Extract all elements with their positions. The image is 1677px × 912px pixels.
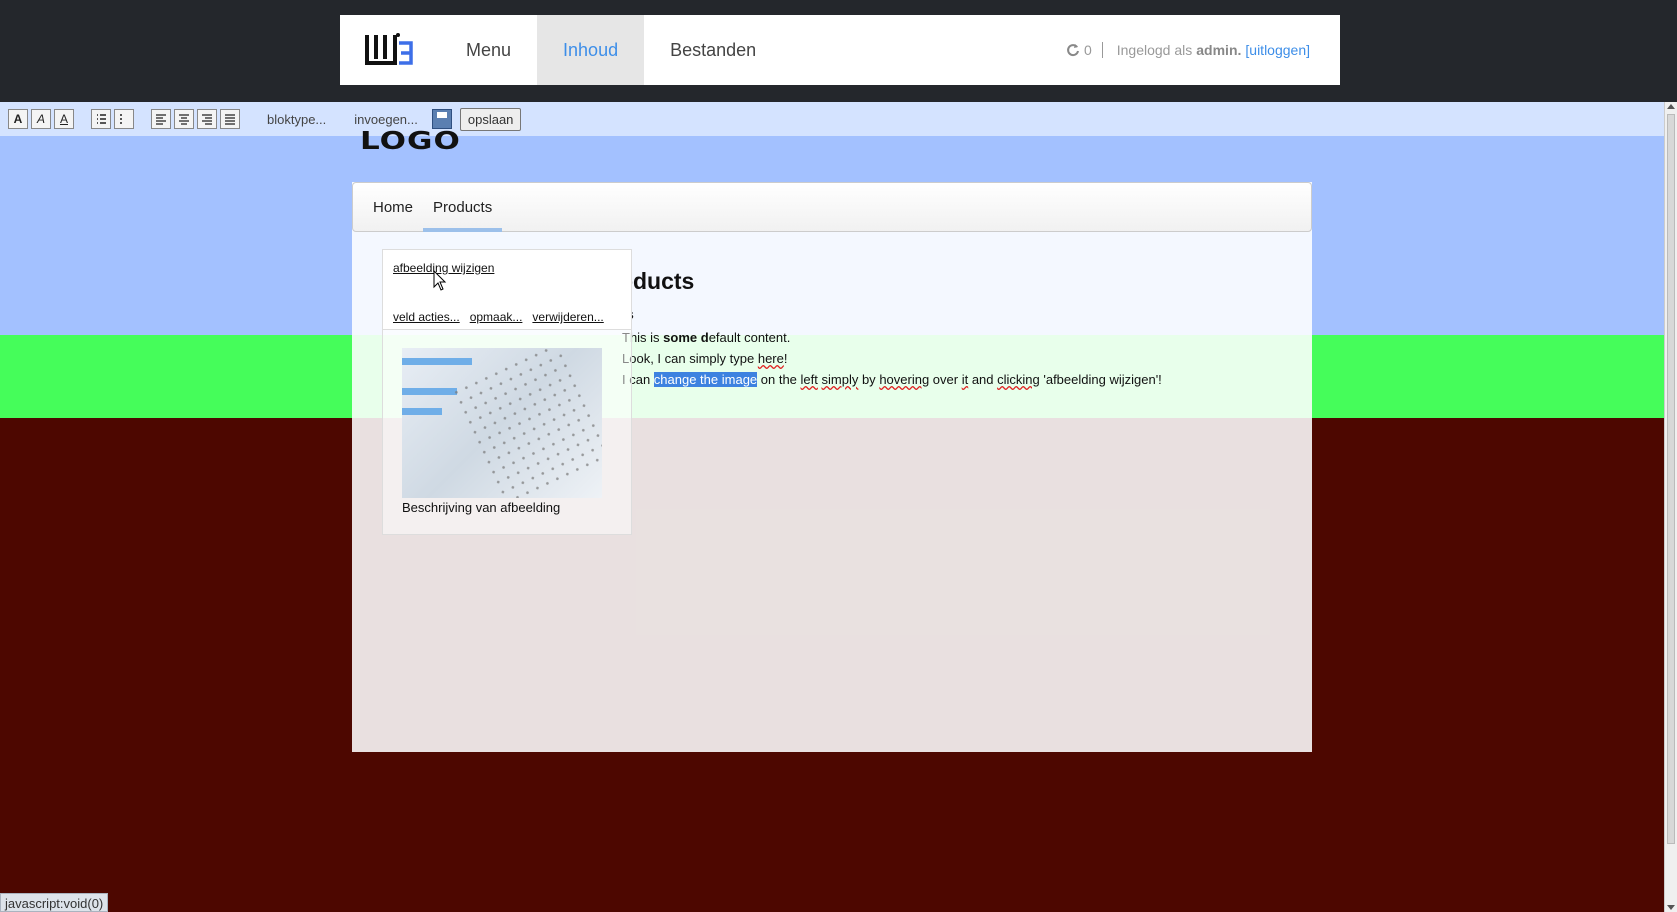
scroll-down-icon[interactable] — [1667, 905, 1675, 910]
misspelled-word: clicking — [997, 372, 1040, 387]
align-right-icon — [202, 114, 212, 125]
w3-logo[interactable] — [340, 15, 440, 85]
underline-button[interactable]: A — [54, 109, 74, 129]
site-logo: LOGO — [360, 126, 461, 156]
delete-link[interactable]: verwijderen... — [532, 310, 603, 324]
admin-bar: Menu Inhoud Bestanden 0 Ingelogd als adm… — [340, 15, 1340, 85]
username: admin. — [1196, 42, 1242, 58]
scroll-thumb[interactable] — [1667, 114, 1675, 844]
w3-logo-icon — [365, 33, 413, 65]
admin-nav-bestanden[interactable]: Bestanden — [644, 15, 782, 85]
image-field-popup: afbeelding wijzigen veld acties... opmaa… — [382, 249, 632, 330]
scroll-up-icon[interactable] — [1667, 104, 1675, 109]
align-left-button[interactable] — [151, 109, 171, 129]
admin-user-area: 0 Ingelogd als admin. [uitloggen] — [1066, 15, 1340, 85]
italic-button[interactable]: A — [31, 109, 51, 129]
misspelled-word: simply — [821, 372, 859, 387]
text-run: over — [929, 372, 962, 387]
admin-nav-menu[interactable]: Menu — [440, 15, 537, 85]
ordered-list-icon — [97, 114, 106, 124]
admin-nav-inhoud[interactable]: Inhoud — [537, 15, 645, 85]
admin-nav: Menu Inhoud Bestanden — [440, 15, 782, 85]
logout-bracket-close: ] — [1306, 42, 1310, 58]
bold-button[interactable]: A — [8, 109, 28, 129]
image-field-actions: veld acties... opmaak... verwijderen... — [393, 310, 604, 324]
site-nav: Home Products — [352, 182, 1312, 232]
paragraph-3[interactable]: I can change the image on the left simpl… — [622, 372, 1162, 387]
insert-dropdown[interactable]: invoegen... — [354, 112, 418, 127]
align-justify-icon — [225, 114, 235, 125]
text-run: and — [968, 372, 998, 387]
align-center-button[interactable] — [174, 109, 194, 129]
misspelled-word: here — [757, 351, 784, 366]
text-run: 'afbeelding wijzigen'! — [1039, 372, 1162, 387]
site-nav-products[interactable]: Products — [423, 182, 503, 232]
text-run: efault content. — [708, 330, 791, 345]
format-link[interactable]: opmaak... — [470, 310, 523, 324]
image-detail — [449, 348, 602, 498]
status-bar: javascript:void(0) — [0, 893, 109, 912]
misspelled-word: hovering — [879, 372, 930, 387]
mouse-cursor-icon — [433, 270, 447, 291]
blocktype-dropdown[interactable]: bloktype... — [267, 112, 326, 127]
divider — [1101, 42, 1103, 58]
save-button[interactable]: opslaan — [459, 107, 522, 131]
page-scrollbar[interactable] — [1664, 102, 1677, 912]
image-detail — [402, 358, 472, 365]
unordered-list-button[interactable] — [114, 109, 134, 129]
align-left-icon — [156, 114, 166, 125]
refresh-icon — [1067, 44, 1079, 57]
site-nav-home[interactable]: Home — [363, 182, 423, 232]
paragraph-2[interactable]: Look, I can simply type here! — [622, 351, 788, 366]
image-caption: Beschrijving van afbeelding — [402, 500, 561, 515]
align-justify-button[interactable] — [220, 109, 240, 129]
unordered-list-icon — [120, 114, 122, 124]
logged-in-label: Ingelogd als — [1116, 42, 1193, 58]
product-image[interactable] — [402, 348, 602, 498]
text-run-bold: some d — [663, 330, 709, 345]
logout-link[interactable]: uitloggen — [1249, 42, 1306, 58]
paragraph-1[interactable]: This is some default content. — [622, 330, 790, 345]
text-run: Look, I can simply type — [622, 351, 758, 366]
editor-toolbar: A A A bloktype... invoegen... opslaan — [0, 102, 1664, 136]
sync-indicator[interactable]: 0 — [1066, 42, 1092, 58]
selected-text: change the image — [653, 372, 758, 387]
text-run: by — [858, 372, 880, 387]
image-detail — [402, 408, 442, 415]
ordered-list-button[interactable] — [91, 109, 111, 129]
misspelled-word: left — [800, 372, 818, 387]
sync-count: 0 — [1083, 42, 1092, 58]
text-run: ! — [783, 351, 788, 366]
field-actions-link[interactable]: veld acties... — [393, 310, 460, 324]
align-right-button[interactable] — [197, 109, 217, 129]
align-center-icon — [179, 114, 189, 125]
text-run: on the — [757, 372, 801, 387]
